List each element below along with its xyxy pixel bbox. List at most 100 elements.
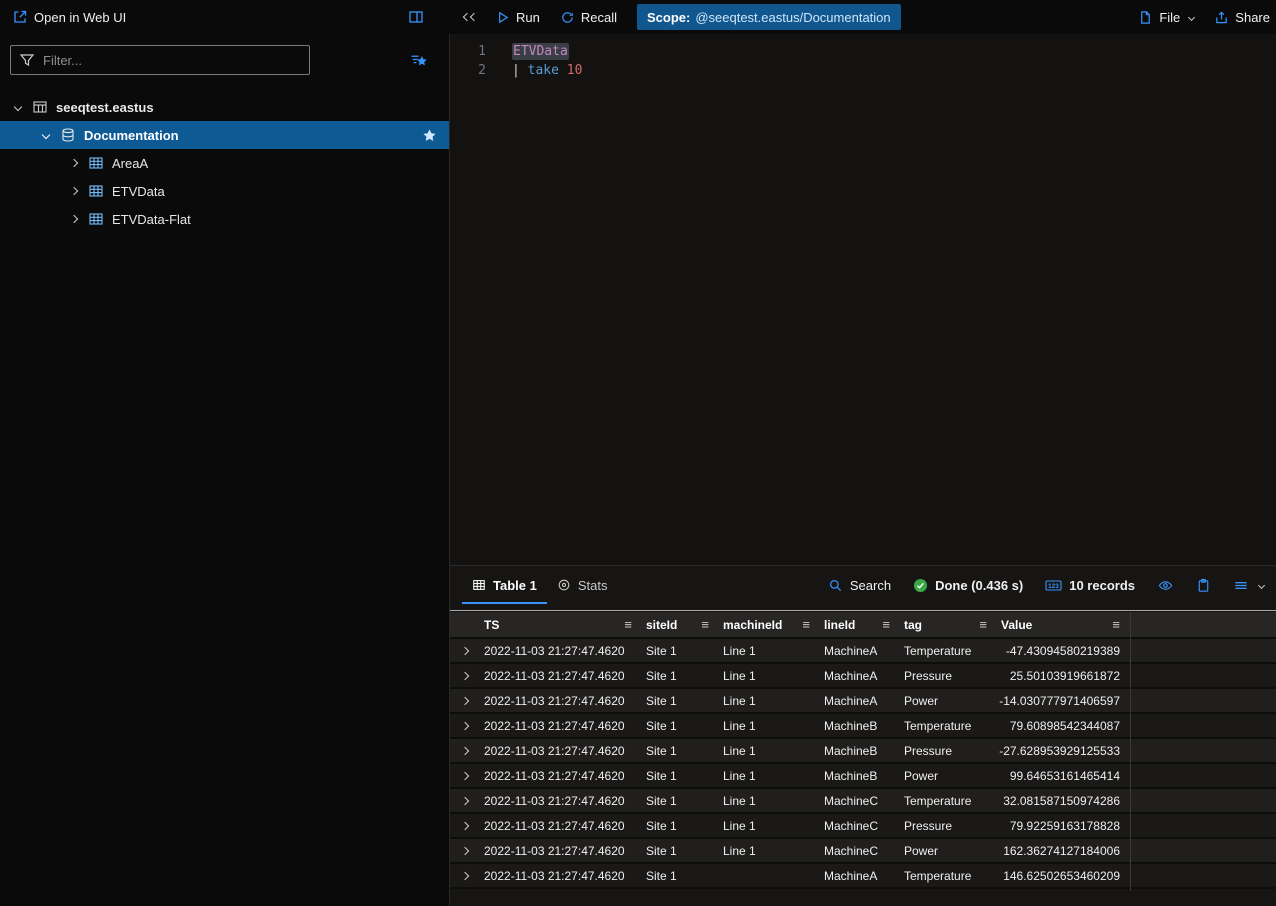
- code-text: ETVData: [512, 42, 569, 61]
- tree-item-database-documentation[interactable]: Documentation: [0, 121, 449, 149]
- table-row[interactable]: 2022-11-03 21:27:47.4620 Site 1 Line 1 M…: [450, 689, 1276, 714]
- app-window: Open in Web UI Run Recall: [0, 0, 1276, 906]
- tab-table-1[interactable]: Table 1: [462, 566, 547, 604]
- row-expander[interactable]: [450, 664, 480, 687]
- cell-value: -47.43094580219389: [997, 639, 1130, 662]
- table-row[interactable]: 2022-11-03 21:27:47.4620 Site 1 Line 1 M…: [450, 639, 1276, 664]
- query-editor[interactable]: 1 ETVData 2 | take 10: [450, 34, 1276, 565]
- cell-machineid: [719, 864, 820, 887]
- open-in-webui-label: Open in Web UI: [34, 10, 126, 25]
- row-expander[interactable]: [450, 864, 480, 887]
- cell-value: 32.081587150974286: [997, 789, 1130, 812]
- chevron-right-icon[interactable]: [66, 160, 82, 166]
- row-expander[interactable]: [450, 789, 480, 812]
- row-expander[interactable]: [450, 689, 480, 712]
- cell-siteid: Site 1: [642, 789, 719, 812]
- column-menu-icon[interactable]: ≡: [1112, 617, 1126, 632]
- svg-text:123: 123: [1048, 583, 1059, 590]
- tree-item-label: ETVData-Flat: [112, 212, 191, 227]
- tree-item-table-areaa[interactable]: AreaA: [0, 149, 449, 177]
- table-row[interactable]: 2022-11-03 21:27:47.4620 Site 1 Line 1 M…: [450, 764, 1276, 789]
- column-header-value[interactable]: Value≡: [997, 612, 1130, 637]
- row-expander[interactable]: [450, 764, 480, 787]
- chevron-right-icon[interactable]: [66, 216, 82, 222]
- tab-stats[interactable]: Stats: [547, 566, 618, 604]
- cell-ts: 2022-11-03 21:27:47.4620: [480, 714, 642, 737]
- record-count: 123 10 records: [1045, 566, 1135, 604]
- records-label: 10 records: [1069, 578, 1135, 593]
- chevron-down-icon[interactable]: [38, 132, 54, 138]
- scope-value: @seeqtest.eastus/Documentation: [695, 10, 890, 25]
- column-header-ts[interactable]: TS≡: [480, 612, 642, 637]
- cell-siteid: Site 1: [642, 864, 719, 887]
- favorites-filter-icon[interactable]: [410, 52, 427, 69]
- tree-item-label: ETVData: [112, 184, 165, 199]
- tree-item-table-etvdata[interactable]: ETVData: [0, 177, 449, 205]
- column-header-tag[interactable]: tag≡: [900, 612, 997, 637]
- column-header-siteid[interactable]: siteId≡: [642, 612, 719, 637]
- cell-tag: Power: [900, 839, 997, 862]
- table-row[interactable]: 2022-11-03 21:27:47.4620 Site 1 Line 1 M…: [450, 739, 1276, 764]
- row-expander[interactable]: [450, 739, 480, 762]
- cell-machineid: Line 1: [719, 739, 820, 762]
- table-row[interactable]: 2022-11-03 21:27:47.4620 Site 1 Line 1 M…: [450, 714, 1276, 739]
- column-header-lineid[interactable]: lineId≡: [820, 612, 900, 637]
- search-button[interactable]: Search: [828, 566, 891, 604]
- table-row[interactable]: 2022-11-03 21:27:47.4620 Site 1 MachineA…: [450, 864, 1276, 889]
- results-toolbar-spacer: [617, 566, 805, 604]
- table-row[interactable]: 2022-11-03 21:27:47.4620 Site 1 Line 1 M…: [450, 814, 1276, 839]
- pipe-token: |: [512, 63, 528, 78]
- cell-ts: 2022-11-03 21:27:47.4620: [480, 789, 642, 812]
- copy-results-button[interactable]: [1196, 566, 1211, 604]
- column-menu-icon[interactable]: ≡: [701, 617, 715, 632]
- table-row[interactable]: 2022-11-03 21:27:47.4620 Site 1 Line 1 M…: [450, 839, 1276, 864]
- tree-item-cluster[interactable]: seeqtest.eastus: [0, 93, 449, 121]
- share-label: Share: [1235, 10, 1270, 25]
- eye-icon: [1157, 578, 1174, 593]
- column-menu-icon[interactable]: ≡: [624, 617, 638, 632]
- column-menu-icon[interactable]: ≡: [802, 617, 816, 632]
- grid-top-divider: [450, 610, 1276, 611]
- cell-machineid: Line 1: [719, 814, 820, 837]
- tree-item-table-etvdata-flat[interactable]: ETVData-Flat: [0, 205, 449, 233]
- collapse-toolbar-button[interactable]: [464, 14, 477, 20]
- cell-value: 25.50103919661872: [997, 664, 1130, 687]
- records-123-icon: 123: [1045, 578, 1062, 593]
- cell-ts: 2022-11-03 21:27:47.4620: [480, 739, 642, 762]
- open-in-webui-button[interactable]: Open in Web UI: [12, 9, 126, 25]
- table-name-token: ETVData: [512, 43, 569, 60]
- results-toolbar: Table 1 Stats Search: [450, 566, 1276, 604]
- split-panel-icon[interactable]: [408, 9, 424, 25]
- filter-row: [0, 34, 449, 85]
- cell-tag: Temperature: [900, 789, 997, 812]
- row-expander[interactable]: [450, 814, 480, 837]
- tree-item-label: Documentation: [84, 128, 179, 143]
- recall-button[interactable]: Recall: [560, 10, 617, 25]
- scope-selector[interactable]: Scope: @seeqtest.eastus/Documentation: [637, 4, 901, 30]
- table-row[interactable]: 2022-11-03 21:27:47.4620 Site 1 Line 1 M…: [450, 664, 1276, 689]
- run-label: Run: [516, 10, 540, 25]
- code-line: 2 | take 10: [450, 61, 1276, 80]
- cell-tag: Pressure: [900, 739, 997, 762]
- row-expander[interactable]: [450, 839, 480, 862]
- filter-input[interactable]: [10, 45, 310, 75]
- row-expander[interactable]: [450, 639, 480, 662]
- share-button[interactable]: Share: [1214, 10, 1270, 25]
- chevron-down-icon[interactable]: [10, 104, 26, 110]
- file-menu-button[interactable]: File: [1138, 10, 1194, 25]
- column-menu-icon[interactable]: ≡: [882, 617, 896, 632]
- view-options-button[interactable]: [1233, 566, 1264, 604]
- run-button[interactable]: Run: [495, 10, 540, 25]
- row-expander[interactable]: [450, 714, 480, 737]
- cell-lineid: MachineC: [820, 789, 900, 812]
- chevron-right-icon[interactable]: [66, 188, 82, 194]
- clipboard-icon: [1196, 578, 1211, 593]
- favorite-star-icon[interactable]: [422, 128, 437, 143]
- preview-toggle-button[interactable]: [1157, 566, 1174, 604]
- cell-siteid: Site 1: [642, 639, 719, 662]
- cell-siteid: Site 1: [642, 764, 719, 787]
- column-header-machineid[interactable]: machineId≡: [719, 612, 820, 637]
- column-menu-icon[interactable]: ≡: [979, 617, 993, 632]
- table-row[interactable]: 2022-11-03 21:27:47.4620 Site 1 Line 1 M…: [450, 789, 1276, 814]
- cell-lineid: MachineA: [820, 864, 900, 887]
